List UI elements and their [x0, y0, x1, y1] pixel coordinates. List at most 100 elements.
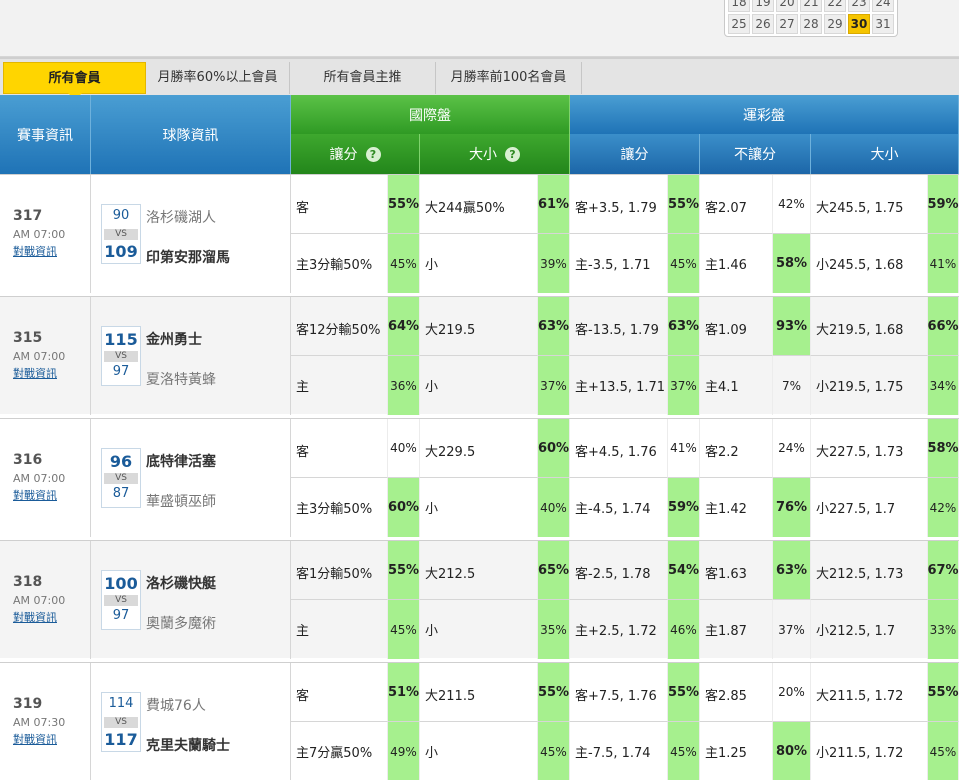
lot-ml-value: 主1.25	[700, 722, 773, 780]
matchup-info-link[interactable]: 對戰資訊	[13, 487, 57, 503]
calendar-day[interactable]: 31	[872, 14, 894, 34]
game-row: 318 AM 07:00 對戰資訊 100 VS 97 洛杉磯快艇 奧蘭多魔術 客1分輸50% 5…	[0, 540, 959, 659]
top-strip: 18 19 20 21 22 23 24 25 26 27 28 29 30 31	[0, 0, 959, 57]
intl-total-value: 小	[420, 234, 538, 293]
vs-label: VS	[104, 229, 138, 240]
lot-ml-value: 主1.46	[700, 234, 773, 293]
away-score: 96	[109, 452, 133, 471]
lot-spread-percent: 55%	[668, 175, 700, 234]
lot-total-percent: 41%	[928, 234, 959, 293]
intl-total-percent: 60%	[538, 419, 570, 478]
lot-spread-value: 客-2.5, 1.78	[570, 541, 668, 600]
matchup-info-link[interactable]: 對戰資訊	[13, 609, 57, 625]
lot-total-value: 小245.5, 1.68	[811, 234, 928, 293]
header-team-info: 球隊資訊	[91, 95, 291, 174]
matchup-info-link[interactable]: 對戰資訊	[13, 731, 57, 747]
game-number: 317	[13, 208, 43, 224]
header-intl-total-label: 大小	[469, 147, 497, 163]
event-info-cell: 315 AM 07:00 對戰資訊	[0, 297, 91, 415]
lot-ml-percent: 76%	[773, 478, 811, 537]
lot-spread-percent: 37%	[668, 356, 700, 415]
lot-ml-value: 客2.07	[700, 175, 773, 234]
calendar-day[interactable]: 21	[800, 0, 822, 12]
game-time: AM 07:00	[13, 350, 66, 363]
team-info-cell: 96 VS 87 底特律活塞 華盛頓巫師	[91, 419, 291, 537]
intl-total-percent: 37%	[538, 356, 570, 415]
team-info-cell: 90 VS 109 洛杉磯湖人 印第安那溜馬	[91, 175, 291, 293]
lot-spread-percent: 45%	[668, 234, 700, 293]
event-info-cell: 318 AM 07:00 對戰資訊	[0, 541, 91, 659]
calendar-day[interactable]: 30	[848, 14, 870, 34]
tab-top-100[interactable]: 月勝率前100名會員	[436, 62, 582, 94]
intl-total-value: 大229.5	[420, 419, 538, 478]
intl-total-value: 小	[420, 478, 538, 537]
calendar-day[interactable]: 20	[776, 0, 798, 12]
tab-win-rate-60[interactable]: 月勝率60%以上會員	[146, 62, 290, 94]
away-team-name: 費城76人	[146, 698, 206, 714]
calendar-day[interactable]: 29	[824, 14, 846, 34]
intl-spread-value: 客12分輸50%	[291, 297, 388, 356]
game-number: 316	[13, 452, 43, 468]
calendar-week-row: 25 26 27 28 29 30 31	[728, 14, 894, 34]
calendar-day[interactable]: 23	[848, 0, 870, 12]
lot-spread-percent: 41%	[668, 419, 700, 478]
matchup-info-link[interactable]: 對戰資訊	[13, 365, 57, 381]
game-row: 316 AM 07:00 對戰資訊 96 VS 87 底特律活塞 華盛頓巫師客 40% 主3分輸5…	[0, 418, 959, 537]
lot-total-percent: 66%	[927, 297, 959, 356]
home-score: 109	[104, 242, 138, 261]
calendar-day[interactable]: 18	[728, 0, 750, 12]
game-time: AM 07:00	[13, 228, 66, 241]
lot-spread-value: 客-13.5, 1.79	[570, 297, 668, 356]
lot-spread-percent: 63%	[668, 297, 700, 356]
calendar-day[interactable]: 22	[824, 0, 846, 12]
score-box: 114 VS 117	[101, 692, 141, 752]
lot-total-value: 大211.5, 1.72	[811, 663, 928, 722]
lot-total-value: 小212.5, 1.7	[811, 600, 928, 659]
calendar-day[interactable]: 19	[752, 0, 774, 12]
calendar-day[interactable]: 24	[872, 0, 894, 12]
intl-total-value: 小	[420, 600, 538, 659]
lot-ml-value: 客1.09	[700, 297, 773, 356]
away-score: 114	[108, 696, 134, 711]
lot-spread-percent: 54%	[668, 541, 700, 600]
tab-all-members[interactable]: 所有會員	[3, 62, 146, 100]
calendar-day[interactable]: 25	[728, 14, 750, 34]
away-score: 90	[112, 208, 130, 223]
home-score: 117	[104, 730, 138, 749]
calendar-week-row: 18 19 20 21 22 23 24	[728, 0, 894, 12]
header-lottery-spread: 讓分	[570, 134, 700, 174]
vs-label: VS	[104, 473, 138, 484]
lot-total-value: 大212.5, 1.73	[811, 541, 928, 600]
intl-spread-value: 主7分贏50%	[291, 722, 388, 780]
away-team-name: 底特律活塞	[146, 454, 216, 470]
lot-total-percent: 55%	[927, 663, 959, 722]
intl-total-percent: 45%	[538, 722, 570, 780]
event-info-cell: 316 AM 07:00 對戰資訊	[0, 419, 91, 537]
intl-spread-value: 客	[291, 419, 388, 478]
score-box: 90 VS 109	[101, 204, 141, 264]
team-info-cell: 100 VS 97 洛杉磯快艇 奧蘭多魔術	[91, 541, 291, 659]
home-team-name: 華盛頓巫師	[146, 494, 216, 510]
home-score: 97	[112, 364, 130, 379]
lot-spread-value: 客+7.5, 1.76	[570, 663, 668, 722]
intl-spread-percent: 55%	[388, 541, 420, 600]
away-score: 100	[104, 574, 138, 593]
calendar-day[interactable]: 26	[752, 14, 774, 34]
intl-spread-value: 主3分輸50%	[291, 234, 388, 293]
calendar-day[interactable]: 28	[800, 14, 822, 34]
tab-all-member-picks[interactable]: 所有會員主推	[290, 62, 436, 94]
header-intl-total: 大小 ?	[420, 134, 570, 174]
matchup-info-link[interactable]: 對戰資訊	[13, 243, 57, 259]
home-team-name: 印第安那溜馬	[146, 250, 230, 266]
lot-ml-percent: 93%	[773, 297, 811, 356]
intl-total-percent: 55%	[538, 663, 570, 722]
help-icon[interactable]: ?	[365, 146, 381, 162]
lot-spread-percent: 45%	[668, 722, 700, 780]
game-time: AM 07:00	[13, 472, 66, 485]
lot-spread-value: 主-3.5, 1.71	[570, 234, 668, 293]
help-icon[interactable]: ?	[505, 146, 520, 162]
member-filter-tabs: 所有會員 月勝率60%以上會員 所有會員主推 月勝率前100名會員	[0, 57, 959, 100]
event-info-cell: 317 AM 07:00 對戰資訊	[0, 175, 91, 293]
calendar-day[interactable]: 27	[776, 14, 798, 34]
game-row: 319 AM 07:30 對戰資訊 114 VS 117 費城76人 克里夫蘭騎士 客 51% 主7…	[0, 662, 959, 780]
